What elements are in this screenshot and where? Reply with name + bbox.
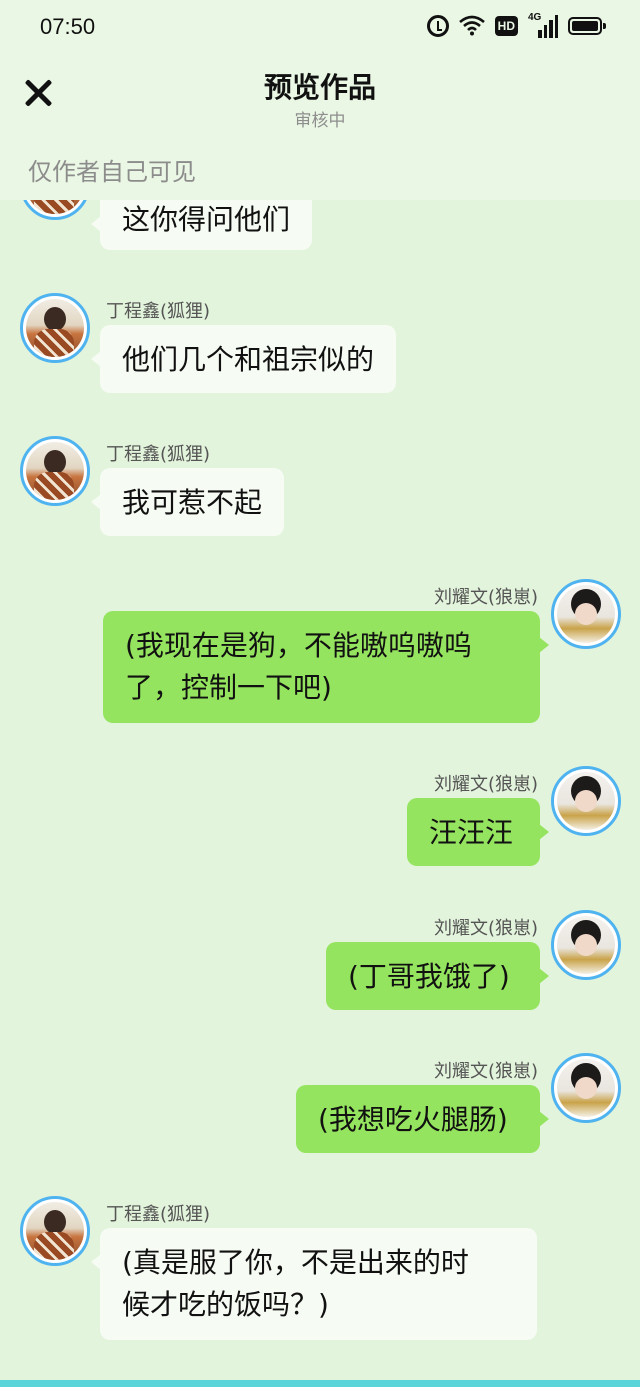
bottom-progress-strip: [0, 1380, 640, 1387]
header: 07:50 HD 4G 预览作品 审核中 仅作者自己可见: [0, 0, 640, 200]
message-text: 汪汪汪: [429, 816, 514, 849]
chat-area: 这你得问他们 丁程鑫(狐狸) 他们几个和祖宗似的 丁程鑫(狐狸) 我可惹不起 刘…: [0, 0, 640, 1387]
sender-name: 丁程鑫(狐狸): [106, 1204, 211, 1225]
battery-icon: [568, 17, 606, 35]
message-text-line: 候才吃的饭吗？): [122, 1288, 329, 1321]
message-bubble[interactable]: 汪汪汪: [407, 798, 549, 866]
sender-name: 丁程鑫(狐狸): [106, 301, 211, 322]
message-text: 我可惹不起: [122, 486, 263, 519]
message-text-line: 了，控制一下吧): [125, 671, 332, 704]
status-time: 07:50: [40, 14, 96, 39]
message-bubble[interactable]: (真是服了你，不是出来的时 候才吃的饭吗？): [91, 1228, 537, 1340]
avatar[interactable]: [20, 436, 90, 506]
hd-icon: HD: [494, 16, 518, 36]
signal-4g-icon: 4G: [528, 12, 558, 38]
status-bar: 07:50 HD 4G: [0, 0, 640, 56]
message-text: (丁哥我饿了): [348, 960, 510, 993]
message-bubble[interactable]: (我现在是狗，不能嗷呜嗷呜 了，控制一下吧): [103, 611, 549, 723]
alarm-icon: [426, 15, 449, 37]
message-text-line: (我现在是狗，不能嗷呜嗷呜: [125, 629, 472, 662]
sender-name: 丁程鑫(狐狸): [106, 444, 211, 465]
message-bubble[interactable]: 我可惹不起: [90, 468, 285, 536]
sender-name: 刘耀文(狼崽): [433, 918, 538, 939]
message-text: 他们几个和祖宗似的: [122, 343, 375, 376]
message-text: 这你得问他们: [122, 203, 291, 236]
avatar[interactable]: [551, 766, 621, 836]
message-text: (我想吃火腿肠): [318, 1103, 508, 1136]
network-label: 4G: [528, 12, 542, 23]
avatar[interactable]: [20, 293, 90, 363]
message-bubble[interactable]: (我想吃火腿肠): [296, 1085, 549, 1153]
message-bubble[interactable]: 他们几个和祖宗似的: [90, 325, 397, 393]
message-bubble[interactable]: (丁哥我饿了): [326, 942, 549, 1010]
avatar[interactable]: [20, 1196, 90, 1266]
visibility-note: 仅作者自己可见: [28, 158, 196, 186]
status-icons: HD 4G: [426, 12, 606, 38]
message-text-line: (真是服了你，不是出来的时: [122, 1246, 469, 1279]
sender-name: 刘耀文(狼崽): [433, 587, 538, 608]
avatar[interactable]: [551, 1053, 621, 1123]
sender-name: 刘耀文(狼崽): [433, 1061, 538, 1082]
avatar[interactable]: [551, 579, 621, 649]
wifi-icon: [458, 14, 485, 38]
avatar[interactable]: [551, 910, 621, 980]
review-status: 审核中: [294, 111, 346, 131]
sender-name: 刘耀文(狼崽): [433, 774, 538, 795]
page-title: 预览作品: [263, 71, 376, 104]
